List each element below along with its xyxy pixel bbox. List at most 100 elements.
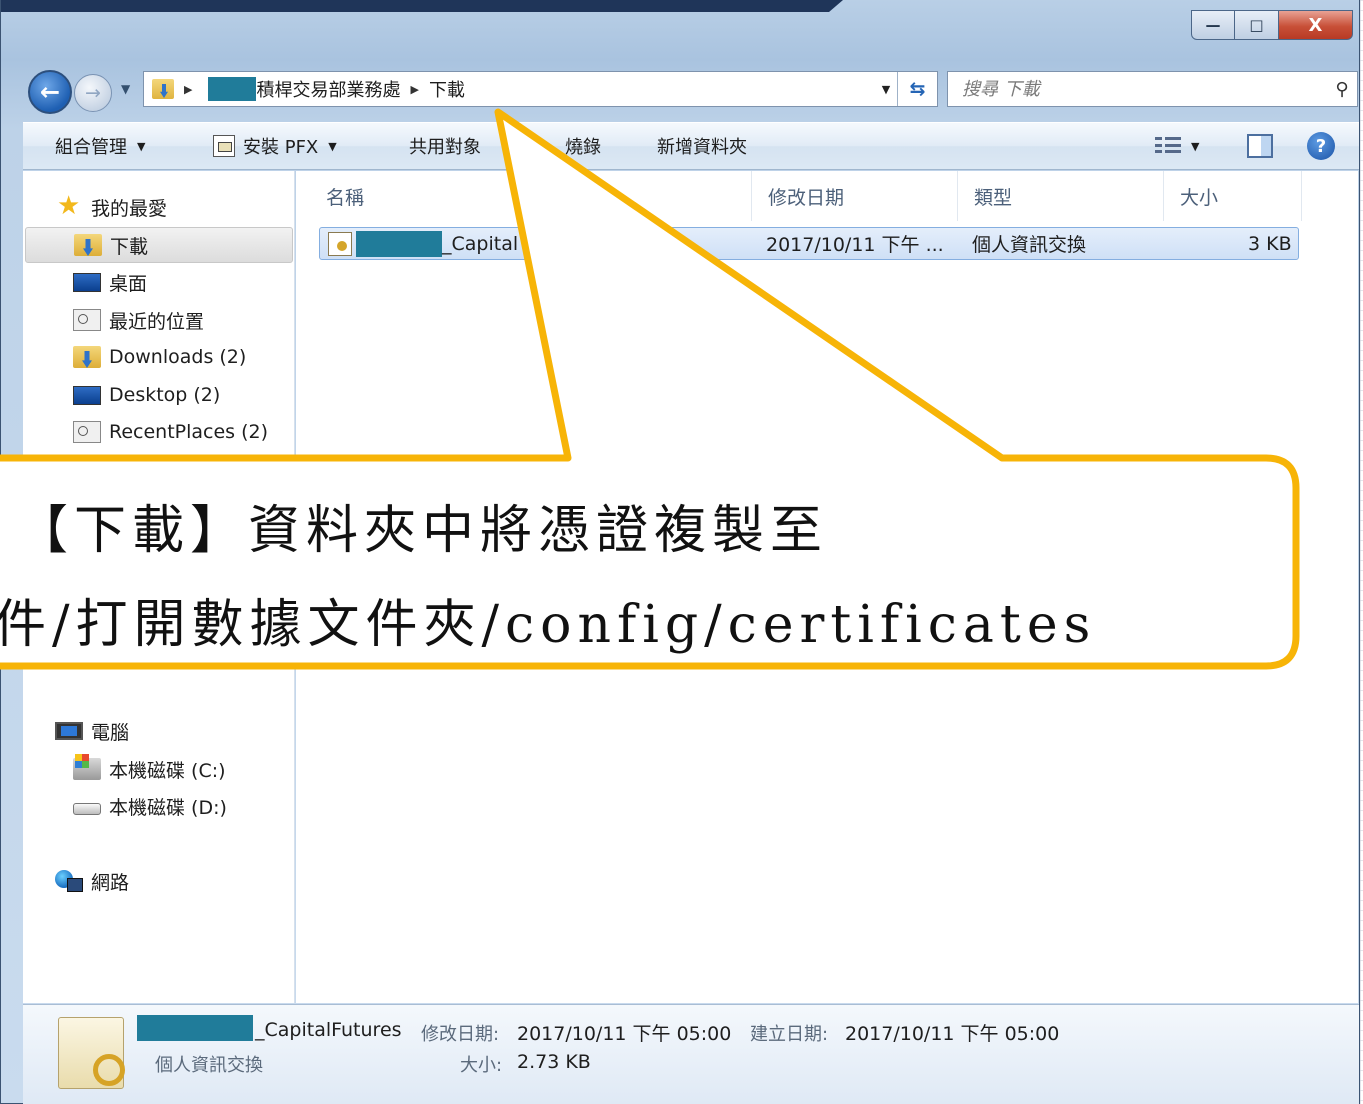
pfx-file-icon	[328, 231, 352, 256]
downloads-folder-icon	[152, 79, 174, 99]
install-pfx-button[interactable]: 安裝 PFX ▼	[213, 122, 337, 170]
search-box: ⚲	[947, 71, 1358, 107]
downloads-folder-icon	[73, 346, 101, 368]
nav-label: 網路	[91, 871, 130, 894]
recent-pages-dropdown[interactable]: ▼	[121, 82, 137, 98]
burn-label: 燒錄	[565, 137, 601, 158]
window-top-strip	[1, 0, 843, 12]
nav-label: Desktop (2)	[109, 384, 221, 406]
help-icon: ?	[1307, 132, 1335, 160]
redacted-filename	[137, 1015, 253, 1041]
network-icon	[55, 870, 83, 892]
search-input[interactable]	[962, 78, 1327, 100]
nav-drive-c[interactable]: 本機磁碟 (C:)	[73, 751, 226, 787]
details-size-value: 2.73 KB	[517, 1051, 591, 1073]
file-type: 個人資訊交換	[972, 234, 1087, 256]
file-name: _Capital	[442, 232, 519, 255]
nav-recent-en[interactable]: RecentPlaces (2)	[73, 414, 268, 450]
breadcrumb-chevron-icon[interactable]: ▶	[410, 83, 418, 96]
nav-downloads[interactable]: 下載	[25, 227, 293, 263]
nav-downloads-en[interactable]: Downloads (2)	[73, 339, 246, 375]
organize-label: 組合管理	[55, 137, 127, 158]
nav-label: 桌面	[109, 272, 148, 295]
desktop-icon	[73, 272, 101, 292]
certificate-icon	[213, 135, 235, 157]
nav-label: 我的最愛	[91, 197, 168, 220]
back-arrow-icon: ←	[39, 78, 61, 106]
chevron-down-icon: ▼	[328, 139, 337, 153]
column-header-type[interactable]: 類型	[960, 171, 1164, 221]
share-with-button[interactable]: 共用對象	[409, 122, 481, 170]
callout-line-1: 【下載】資料夾中將憑證複製至	[16, 501, 829, 561]
desktop-icon	[73, 385, 101, 405]
details-modified-label: 修改日期:	[421, 1024, 500, 1045]
recent-places-icon	[73, 309, 101, 331]
breadcrumb-chevron-icon[interactable]: ▶	[184, 83, 192, 96]
caption-buttons: — □ X	[1191, 10, 1353, 40]
hard-drive-icon	[73, 803, 101, 815]
address-bar[interactable]: ▶ 積桿交易部業務處 ▶ 下載 ▼ ⇆	[143, 71, 938, 107]
breadcrumb-department[interactable]: 積桿交易部業務處	[256, 76, 400, 102]
help-button[interactable]: ?	[1307, 122, 1335, 170]
nav-desktop[interactable]: 桌面	[73, 264, 147, 300]
computer-icon	[55, 722, 83, 740]
system-drive-icon	[73, 754, 101, 780]
breadcrumb-downloads[interactable]: 下載	[429, 76, 465, 102]
file-size: 3 KB	[1248, 232, 1292, 255]
table-row[interactable]: _Capital 2017/10/11 下午 ... 個人資訊交換 3 KB	[319, 227, 1299, 260]
address-dropdown-icon[interactable]: ▼	[875, 83, 897, 96]
new-folder-label: 新增資料夾	[657, 137, 747, 158]
nav-computer[interactable]: 電腦	[55, 713, 129, 749]
forward-button[interactable]: →	[74, 74, 112, 112]
nav-favorites[interactable]: 我的最愛	[55, 189, 167, 225]
details-created-label: 建立日期:	[750, 1024, 829, 1045]
nav-label: Downloads (2)	[109, 346, 247, 368]
search-icon[interactable]: ⚲	[1327, 79, 1357, 100]
column-header-size[interactable]: 大小	[1166, 171, 1302, 221]
close-button[interactable]: X	[1279, 10, 1353, 40]
refresh-button[interactable]: ⇆	[897, 72, 937, 106]
forward-arrow-icon: →	[85, 82, 101, 104]
nav-label: 電腦	[91, 721, 130, 744]
install-pfx-label: 安裝 PFX	[243, 137, 319, 158]
preview-pane-icon	[1247, 134, 1273, 158]
chevron-down-icon: ▼	[137, 139, 146, 153]
command-bar: 組合管理 ▼ 安裝 PFX ▼ 共用對象 燒錄 新增資料夾 ▼ ?	[23, 122, 1359, 170]
details-file-name: _CapitalFutures	[255, 1019, 402, 1041]
nav-label: 本機磁碟 (C:)	[109, 759, 226, 782]
star-icon	[55, 191, 83, 221]
nav-label: 本機磁碟 (D:)	[109, 796, 227, 819]
details-file-type: 個人資訊交換	[155, 1055, 263, 1076]
nav-label: 下載	[110, 235, 149, 258]
details-modified-value: 2017/10/11 下午 05:00	[517, 1023, 732, 1045]
preview-pane-button[interactable]	[1247, 122, 1273, 170]
view-options-icon	[1155, 137, 1181, 155]
nav-label: 最近的位置	[109, 310, 205, 333]
minimize-button[interactable]: —	[1191, 10, 1235, 40]
nav-network[interactable]: 網路	[55, 863, 129, 899]
new-folder-button[interactable]: 新增資料夾	[657, 122, 747, 170]
callout-line-2: 件/打開數據文件夾/config/certificates	[0, 595, 1097, 655]
organize-button[interactable]: 組合管理 ▼	[55, 122, 145, 170]
nav-desktop-en[interactable]: Desktop (2)	[73, 377, 220, 413]
share-with-label: 共用對象	[409, 137, 481, 158]
pfx-file-icon	[58, 1017, 125, 1089]
nav-drive-d[interactable]: 本機磁碟 (D:)	[73, 788, 227, 824]
nav-label: RecentPlaces (2)	[109, 421, 269, 443]
redacted-breadcrumb	[208, 77, 257, 101]
chevron-down-icon: ▼	[1191, 139, 1200, 153]
downloads-folder-icon	[74, 234, 102, 256]
file-modified: 2017/10/11 下午 ...	[766, 234, 944, 256]
change-view-button[interactable]: ▼	[1155, 122, 1199, 170]
recent-places-icon	[73, 421, 101, 443]
back-button[interactable]: ←	[28, 70, 72, 114]
burn-button[interactable]: 燒錄	[565, 122, 601, 170]
nav-recent[interactable]: 最近的位置	[73, 302, 204, 338]
details-size-label: 大小:	[460, 1055, 503, 1076]
details-created-value: 2017/10/11 下午 05:00	[845, 1023, 1060, 1045]
redacted-filename	[356, 230, 442, 257]
column-header-name[interactable]: 名稱	[312, 171, 752, 221]
column-header-modified[interactable]: 修改日期	[754, 171, 958, 221]
maximize-button[interactable]: □	[1235, 10, 1279, 40]
details-pane: _CapitalFutures 修改日期: 2017/10/11 下午 05:0…	[23, 1004, 1359, 1104]
